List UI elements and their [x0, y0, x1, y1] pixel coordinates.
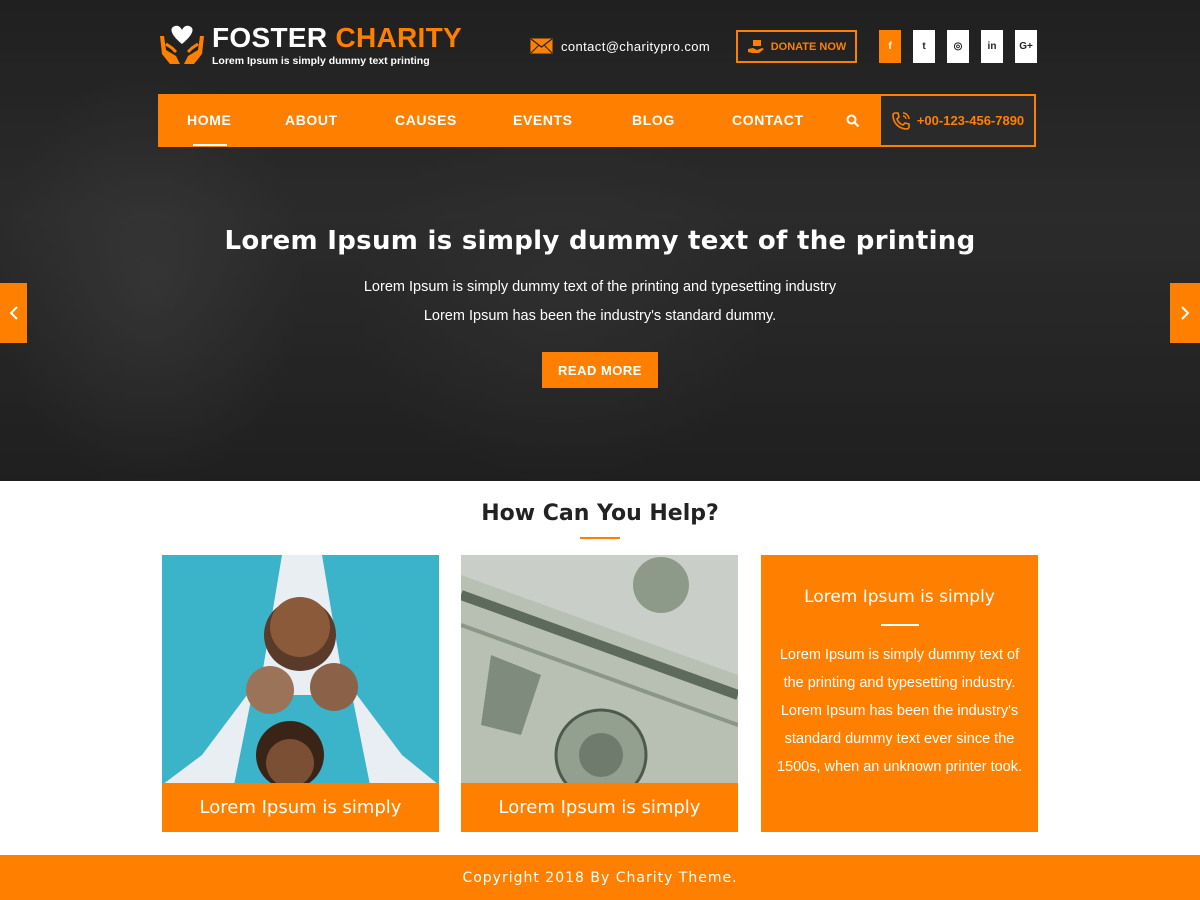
site-footer: Copyright 2018 By Charity Theme.	[0, 855, 1200, 900]
hero-title: Lorem Ipsum is simply dummy text of the …	[224, 226, 976, 256]
slider-next-button[interactable]	[1170, 283, 1200, 343]
read-more-button[interactable]: READ MORE	[542, 352, 658, 388]
nav-item-home[interactable]: HOME	[187, 94, 231, 147]
help-card-volunteer[interactable]: Lorem Ipsum is simply	[162, 555, 439, 832]
phone-number: +00-123-456-7890	[916, 113, 1025, 128]
instagram-icon[interactable]: ◎	[947, 30, 969, 63]
nav-active-underline	[193, 144, 227, 146]
search-button[interactable]	[846, 113, 860, 132]
help-card-title: Lorem Ipsum is simply	[804, 587, 995, 607]
help-card-caption: Lorem Ipsum is simply	[461, 783, 738, 832]
nav-item-blog[interactable]: BLOG	[632, 94, 675, 147]
phone-icon	[892, 111, 910, 130]
chevron-right-icon	[1181, 306, 1190, 320]
twitter-icon[interactable]: t	[913, 30, 935, 63]
donate-now-button[interactable]: DONATE NOW	[736, 30, 857, 63]
nav-item-causes[interactable]: CAUSES	[395, 94, 457, 147]
google-plus-icon[interactable]: G+	[1015, 30, 1037, 63]
donate-hand-icon	[747, 39, 764, 53]
site-title-part1: FOSTER	[212, 22, 328, 53]
donate-now-label: DONATE NOW	[770, 40, 847, 53]
nav-item-events[interactable]: EVENTS	[513, 94, 573, 147]
contact-email-text: contact@charitypro.com	[561, 38, 711, 54]
contact-email[interactable]: contact@charitypro.com	[530, 38, 710, 54]
site-title-part2: CHARITY	[335, 22, 462, 53]
nav-item-about[interactable]: ABOUT	[285, 94, 338, 147]
site-title: FOSTER CHARITY	[212, 22, 462, 54]
hero-text-line-2: Lorem Ipsum has been the industry's stan…	[423, 308, 777, 324]
help-section-title: How Can You Help?	[481, 501, 719, 526]
envelope-icon	[530, 38, 553, 54]
hero-slider: FOSTER CHARITY Lorem Ipsum is simply dum…	[0, 0, 1200, 481]
help-card-caption: Lorem Ipsum is simply	[162, 783, 439, 832]
help-card-divider	[881, 624, 919, 626]
phone-contact[interactable]: +00-123-456-7890	[879, 94, 1036, 147]
facebook-icon[interactable]: f	[879, 30, 901, 63]
site-tagline: Lorem Ipsum is simply dummy text printin…	[212, 55, 430, 67]
main-nav: HOME ABOUT CAUSES EVENTS BLOG CONTACT +0…	[158, 94, 1036, 147]
help-card-text: Lorem Ipsum is simply dummy text of the …	[776, 647, 1023, 775]
slider-prev-button[interactable]	[0, 283, 27, 343]
help-card-donation[interactable]: Lorem Ipsum is simply	[461, 555, 738, 832]
help-card-info: Lorem Ipsum is simply Lorem Ipsum is sim…	[761, 555, 1038, 832]
search-icon	[846, 114, 860, 128]
hero-text-line-1: Lorem Ipsum is simply dummy text of the …	[363, 279, 837, 295]
linkedin-icon[interactable]: in	[981, 30, 1003, 63]
chevron-left-icon	[9, 306, 18, 320]
site-logo[interactable]: FOSTER CHARITY Lorem Ipsum is simply dum…	[158, 22, 462, 67]
nav-item-contact[interactable]: CONTACT	[732, 94, 804, 147]
heart-hands-icon	[160, 25, 204, 64]
social-links: f t ◎ in G+	[879, 30, 1049, 63]
help-title-underline	[580, 537, 620, 539]
footer-copyright: Copyright 2018 By Charity Theme.	[462, 869, 738, 886]
